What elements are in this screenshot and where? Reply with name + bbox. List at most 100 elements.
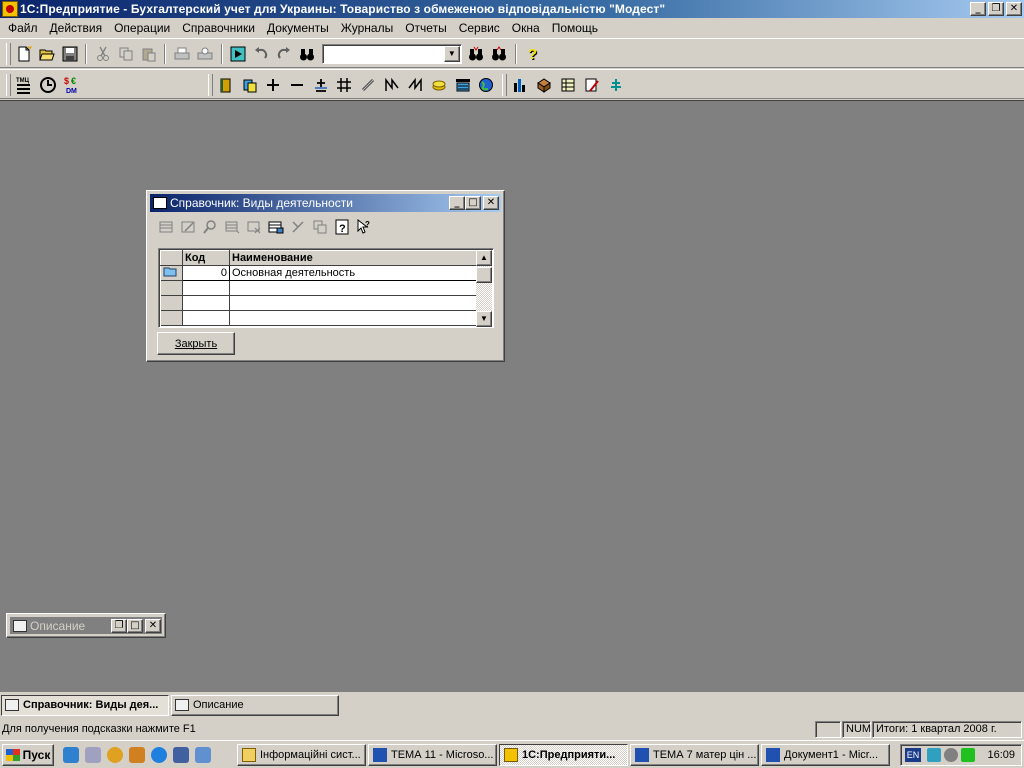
restore-button[interactable]: ❐ <box>988 2 1004 16</box>
search-combobox[interactable]: ▼ <box>321 44 462 64</box>
scroll-up-arrow[interactable]: ▲ <box>476 250 492 266</box>
browser-icon[interactable] <box>63 747 79 763</box>
close-form-button[interactable]: Закрыть <box>157 332 235 355</box>
dm-money-icon[interactable]: $ € DM <box>61 74 83 96</box>
move-left-icon[interactable] <box>404 74 426 96</box>
ie-icon[interactable] <box>151 747 167 763</box>
menu-catalogs[interactable]: Справочники <box>176 19 261 37</box>
plus-icon[interactable] <box>262 74 284 96</box>
copy-icon[interactable] <box>115 43 136 65</box>
move-right-icon[interactable] <box>381 74 403 96</box>
menu-actions[interactable]: Действия <box>44 19 109 37</box>
mail-icon[interactable] <box>173 747 189 763</box>
language-indicator[interactable]: EN <box>905 748 921 762</box>
cell-name[interactable] <box>229 280 478 296</box>
minimized-maximize-button[interactable]: □ <box>127 618 143 633</box>
undo-icon[interactable] <box>251 43 272 65</box>
hierarchy-icon[interactable] <box>287 216 309 238</box>
row-marker[interactable] <box>160 280 183 296</box>
help-icon[interactable]: ? <box>331 216 353 238</box>
catalog-window-icon[interactable] <box>153 197 167 209</box>
copy-document-icon[interactable] <box>239 74 261 96</box>
antivirus-icon[interactable] <box>961 748 975 762</box>
context-help-icon[interactable]: ? <box>353 216 375 238</box>
catalog-mode-icon[interactable] <box>228 43 249 65</box>
task-button[interactable]: 1С:Предприяти... <box>499 744 628 766</box>
link-icon[interactable] <box>357 74 379 96</box>
column-header-code[interactable]: Код <box>182 250 230 266</box>
table-row[interactable] <box>160 310 478 326</box>
edit-item-icon[interactable] <box>177 216 199 238</box>
catalog-close-button[interactable]: ✕ <box>483 196 499 210</box>
menu-operations[interactable]: Операции <box>108 19 176 37</box>
main-title-bar[interactable]: 1С:Предприятие - Бухгалтерский учет для … <box>0 0 1024 18</box>
window-tab-description[interactable]: Описание <box>171 694 339 716</box>
menu-documents[interactable]: Документы <box>261 19 335 37</box>
menu-file[interactable]: Файл <box>2 19 44 37</box>
new-item-icon[interactable] <box>155 216 177 238</box>
move-group-icon[interactable] <box>309 216 331 238</box>
menu-windows[interactable]: Окна <box>506 19 546 37</box>
tree-icon[interactable] <box>605 74 627 96</box>
cash-register-icon[interactable] <box>452 74 474 96</box>
cell-name[interactable] <box>229 295 478 311</box>
minus-icon[interactable] <box>286 74 308 96</box>
search-combobox-value[interactable] <box>323 45 443 63</box>
minimize-button[interactable]: _ <box>970 2 986 16</box>
find-next-icon[interactable] <box>466 43 487 65</box>
copy-item-icon[interactable] <box>221 216 243 238</box>
operations-icon[interactable] <box>37 74 59 96</box>
open-folder-icon[interactable] <box>36 43 57 65</box>
window-tab-catalog[interactable]: Справочник: Виды дея... <box>1 694 169 716</box>
new-group-icon[interactable] <box>265 216 287 238</box>
volume-icon[interactable] <box>944 748 958 762</box>
minimized-close-button[interactable]: ✕ <box>145 618 161 633</box>
tmc-icon[interactable]: ТМЦ <box>13 74 35 96</box>
grid-vertical-scrollbar[interactable]: ▲ ▼ <box>476 250 492 327</box>
minimized-description-window[interactable]: Описание ❐ □ ✕ <box>6 613 166 638</box>
column-header-name[interactable]: Наименование <box>229 250 478 266</box>
redo-icon[interactable] <box>274 43 295 65</box>
combobox-dropdown-arrow[interactable]: ▼ <box>443 46 460 62</box>
menu-journals[interactable]: Журналы <box>335 19 399 37</box>
cut-icon[interactable] <box>92 43 113 65</box>
minimized-restore-button[interactable]: ❐ <box>111 618 127 633</box>
globe-icon[interactable] <box>475 74 497 96</box>
task-button[interactable]: Інформаційні сист... <box>237 744 366 766</box>
cell-name[interactable]: Основная деятельность <box>229 265 478 281</box>
catalog-grid[interactable]: Код Наименование 0 Основная деятельность… <box>158 248 494 328</box>
task-button[interactable]: ТЕМА 7 матер цін ... <box>630 744 759 766</box>
print-preview-icon[interactable] <box>195 43 216 65</box>
cell-code[interactable] <box>182 310 230 326</box>
menu-service[interactable]: Сервис <box>453 19 506 37</box>
row-marker[interactable] <box>160 295 183 311</box>
cell-code[interactable] <box>182 295 230 311</box>
scroll-thumb[interactable] <box>476 267 492 283</box>
table-row[interactable] <box>160 280 478 296</box>
chart-bars-icon[interactable] <box>509 74 531 96</box>
ledger-icon[interactable] <box>557 74 579 96</box>
box-icon[interactable] <box>533 74 555 96</box>
scroll-down-arrow[interactable]: ▼ <box>476 311 492 327</box>
mark-delete-icon[interactable] <box>243 216 265 238</box>
explorer-icon[interactable] <box>195 747 211 763</box>
menu-reports[interactable]: Отчеты <box>399 19 452 37</box>
find-binoculars-icon[interactable] <box>297 43 318 65</box>
print-icon[interactable] <box>171 43 192 65</box>
network-icon[interactable] <box>927 748 941 762</box>
clock[interactable]: 16:09 <box>987 749 1015 761</box>
edit-icon[interactable] <box>129 747 145 763</box>
view-item-icon[interactable] <box>199 216 221 238</box>
start-button[interactable]: Пуск <box>2 744 54 766</box>
plus-minus-icon[interactable] <box>310 74 332 96</box>
desktop-icon[interactable] <box>85 747 101 763</box>
new-document-icon[interactable] <box>13 43 34 65</box>
row-marker[interactable] <box>160 265 183 281</box>
cell-name[interactable] <box>229 310 478 326</box>
find-previous-icon[interactable] <box>489 43 510 65</box>
catalog-maximize-button[interactable]: □ <box>465 196 481 210</box>
task-button[interactable]: ТЕМА 11 - Microso... <box>368 744 497 766</box>
catalog-minimize-button[interactable]: _ <box>449 196 465 210</box>
paste-icon[interactable] <box>138 43 159 65</box>
save-icon[interactable] <box>59 43 80 65</box>
